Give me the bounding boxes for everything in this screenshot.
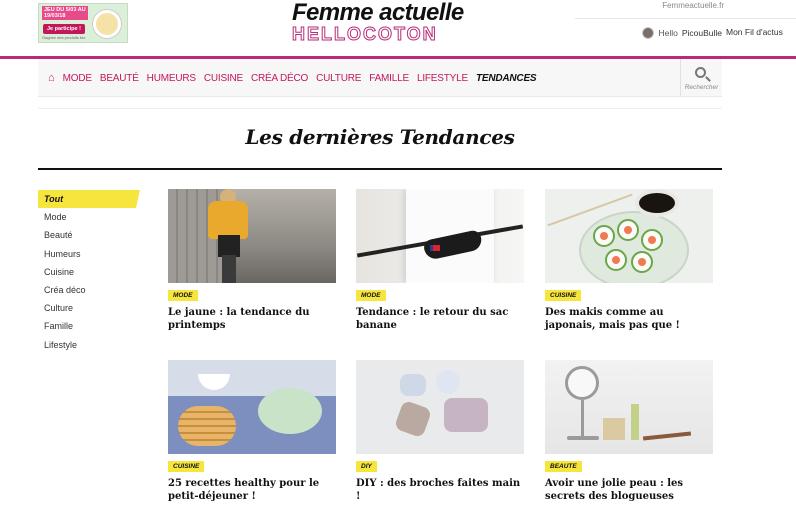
article-card[interactable]: BEAUTE Avoir une jolie peau : les secret… [545,360,713,502]
article-title[interactable]: Tendance : le retour du sac banane [356,306,524,332]
logo-hellocoton: HELLOCOTON [292,24,438,44]
nav-item-mode[interactable]: MODE [63,73,92,84]
sidebar-item-cuisine[interactable]: Cuisine [38,263,142,281]
article-image[interactable] [356,189,524,283]
nav-item-humeurs[interactable]: HUMEURS [147,73,196,84]
category-sidebar: Tout Mode Beauté Humeurs Cuisine Créa dé… [38,190,142,354]
logo-femme-actuelle: Femme actuelle [292,0,464,26]
sidebar-item-lifestyle[interactable]: Lifestyle [38,336,142,354]
sidebar-item-mode[interactable]: Mode [38,208,142,226]
article-tag[interactable]: CUISINE [168,461,205,472]
search-icon [695,67,706,78]
content-divider [38,108,722,109]
article-card[interactable]: MODE Tendance : le retour du sac banane [356,189,524,331]
promo-food-image [93,10,121,38]
promo-participate-button[interactable]: Je participe ! [43,24,85,34]
article-tag[interactable]: BEAUTE [545,461,582,472]
article-title[interactable]: Le jaune : la tendance du printemps [168,306,336,332]
promo-small-text: Gagnez des produits bio [42,35,86,40]
title-underline [38,168,722,170]
my-feed-link[interactable]: Mon Fil d'actus [726,27,796,37]
page-title: Les dernières Tendances [245,125,515,149]
search-button[interactable]: Rechercher [680,59,722,97]
sidebar-item-beaute[interactable]: Beauté [38,226,142,244]
nav-item-culture[interactable]: CULTURE [316,73,361,84]
nav-item-crea-deco[interactable]: CRÉA DÉCO [251,73,308,84]
site-logo[interactable]: Femme actuelle HELLOCOTON [292,0,472,44]
article-image[interactable] [545,360,713,454]
article-title[interactable]: 25 recettes healthy pour le petit-déjeun… [168,477,336,503]
main-nav: ⌂ MODE BEAUTÉ HUMEURS CUISINE CRÉA DÉCO … [38,59,722,97]
article-title[interactable]: DIY : des broches faites main ! [356,477,524,503]
hello-label: Hello [658,28,678,38]
article-tag[interactable]: CUISINE [545,290,582,301]
article-image[interactable] [545,189,713,283]
sidebar-item-crea-deco[interactable]: Créa déco [38,281,142,299]
article-image[interactable] [168,360,336,454]
avatar[interactable] [642,27,655,39]
home-icon[interactable]: ⌂ [48,72,55,84]
top-header: Jeu du 5/03 au 19/03/18 Je participe ! G… [0,0,796,56]
search-label: Rechercher [684,84,719,91]
nav-item-famille[interactable]: FAMILLE [369,73,409,84]
article-tag[interactable]: MODE [356,290,386,301]
article-tag[interactable]: MODE [168,290,198,301]
user-menu[interactable]: Hello PicouBulle [642,27,722,39]
sidebar-item-tout[interactable]: Tout [38,190,140,209]
article-card[interactable]: MODE Le jaune : la tendance du printemps [168,189,336,331]
nav-item-tendances[interactable]: TENDANCES [476,73,537,84]
nav-item-cuisine[interactable]: CUISINE [204,73,243,84]
femmeactuelle-link[interactable]: Femmeactuelle.fr [662,1,724,10]
nav-item-lifestyle[interactable]: LIFESTYLE [417,73,468,84]
sidebar-item-famille[interactable]: Famille [38,317,142,335]
article-card[interactable]: DIY DIY : des broches faites main ! [356,360,524,502]
nav-item-beaute[interactable]: BEAUTÉ [100,73,139,84]
article-card[interactable]: CUISINE Des makis comme au japonais, mai… [545,189,713,331]
article-title[interactable]: Des makis comme au japonais, mais pas qu… [545,306,713,332]
article-image[interactable] [168,189,336,283]
username[interactable]: PicouBulle [682,28,722,38]
article-card[interactable]: CUISINE 25 recettes healthy pour le peti… [168,360,336,502]
article-image[interactable] [356,360,524,454]
article-tag[interactable]: DIY [356,461,377,472]
promo-text: Jeu du 5/03 au 19/03/18 [42,6,88,20]
sidebar-item-culture[interactable]: Culture [38,299,142,317]
sidebar-item-humeurs[interactable]: Humeurs [38,245,142,263]
header-divider [575,18,796,19]
article-title[interactable]: Avoir une jolie peau : les secrets des b… [545,477,713,503]
promo-banner[interactable]: Jeu du 5/03 au 19/03/18 Je participe ! G… [38,3,128,43]
